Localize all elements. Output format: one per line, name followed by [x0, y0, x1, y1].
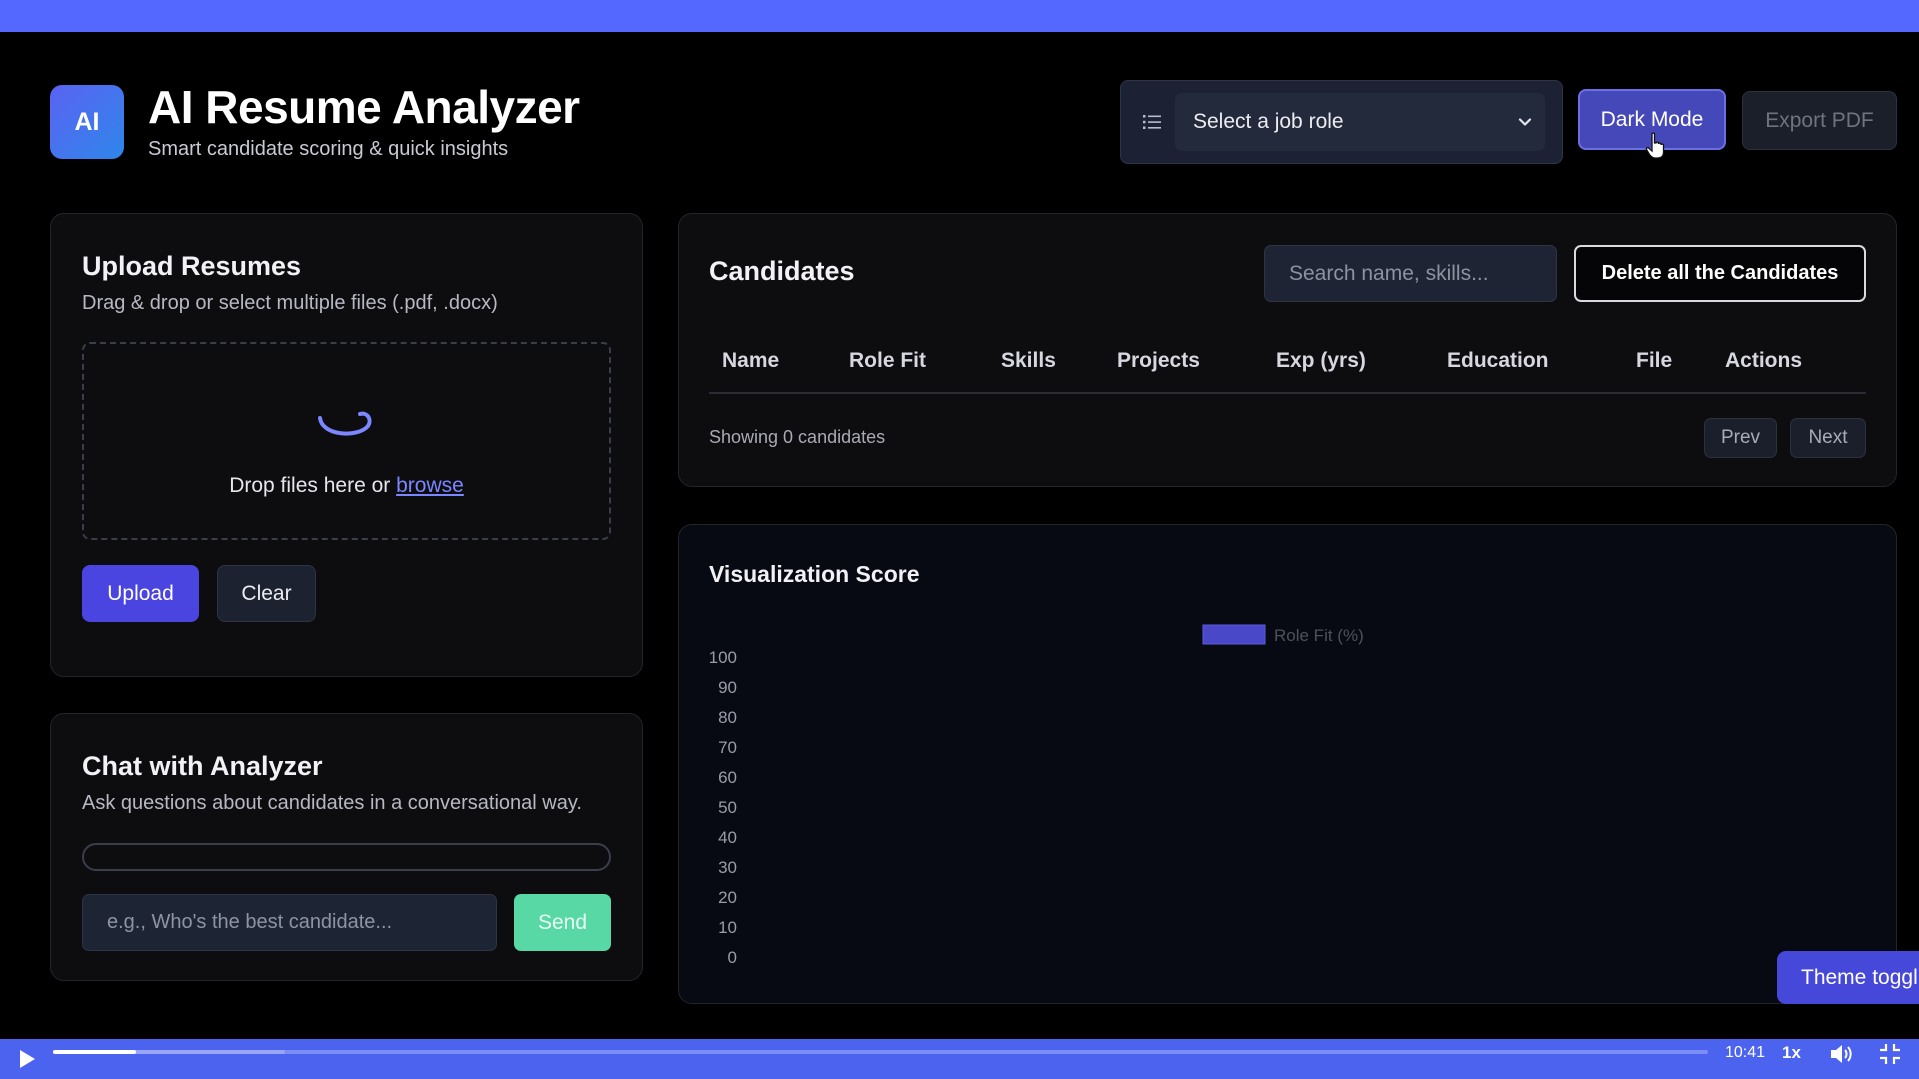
column-header-file[interactable]: File	[1636, 349, 1672, 373]
y-tick-label: 10	[718, 918, 737, 937]
hand-cursor-icon	[1645, 132, 1665, 159]
y-tick-label: 90	[718, 678, 737, 697]
clear-button[interactable]: Clear	[217, 565, 316, 622]
page-subtitle: Smart candidate scoring & quick insights	[148, 138, 509, 160]
top-accent-bar	[0, 0, 1919, 32]
legend-label: Role Fit (%)	[1274, 626, 1364, 645]
delete-all-candidates-button[interactable]: Delete all the Candidates	[1574, 245, 1866, 302]
chat-title: Chat with Analyzer	[82, 751, 323, 781]
upload-title: Upload Resumes	[82, 251, 302, 281]
table-header-divider	[709, 392, 1866, 394]
role-fit-chart: 0 10 20 30 40 50 60 70 80 90 100 Role Fit (%)	[709, 624, 1364, 967]
y-tick-label: 80	[718, 708, 737, 727]
playback-speed-button[interactable]: 1x	[1782, 1043, 1801, 1063]
upload-resumes-card: Upload Resumes Drag & drop or select mul…	[50, 213, 643, 677]
next-page-button[interactable]: Next	[1790, 418, 1866, 458]
loading-spinner-icon	[318, 411, 372, 436]
job-role-selected: Select a job role	[1193, 110, 1344, 133]
drop-instructions: Drop files here or browse	[84, 474, 609, 498]
job-role-select[interactable]: Select a job role	[1175, 93, 1545, 151]
exit-fullscreen-icon[interactable]	[1879, 1043, 1901, 1065]
prev-page-button[interactable]: Prev	[1704, 418, 1777, 458]
upload-button[interactable]: Upload	[82, 565, 199, 622]
export-pdf-button[interactable]: Export PDF	[1742, 91, 1897, 150]
chat-log	[82, 843, 611, 871]
legend-swatch[interactable]	[1202, 624, 1266, 645]
y-tick-label: 50	[718, 798, 737, 817]
candidates-card: Candidates Search name, skills... Delete…	[678, 213, 1897, 487]
visualization-card: Visualization Score 0 10 20 30 40 50 60 70 80 90 1…	[678, 524, 1897, 1004]
video-control-bar	[0, 1039, 1919, 1079]
y-tick-label: 60	[718, 768, 737, 787]
job-role-picker: Select a job role	[1120, 80, 1563, 164]
chat-description: Ask questions about candidates in a conv…	[82, 792, 582, 814]
page-title: AI Resume Analyzer	[148, 81, 580, 133]
candidates-title: Candidates	[709, 256, 855, 286]
theme-toggle-button[interactable]: Theme toggl	[1777, 951, 1919, 1004]
list-icon	[1143, 115, 1161, 129]
browse-link[interactable]: browse	[396, 474, 464, 497]
app-logo: AI	[50, 85, 124, 159]
file-drop-zone[interactable]: Drop files here or browse	[82, 342, 611, 540]
chevron-down-icon	[1518, 118, 1532, 126]
drop-text: Drop files here or	[229, 474, 397, 497]
y-tick-label: 100	[709, 648, 737, 667]
column-header-experience[interactable]: Exp (yrs)	[1276, 349, 1366, 373]
column-header-role-fit[interactable]: Role Fit	[849, 349, 926, 373]
video-time: 10:41	[1725, 1044, 1766, 1061]
send-button[interactable]: Send	[514, 894, 611, 951]
video-progress-bar[interactable]	[53, 1050, 1708, 1054]
y-tick-label: 20	[718, 888, 737, 907]
chat-card: Chat with Analyzer Ask questions about c…	[50, 713, 643, 981]
y-tick-label: 30	[718, 858, 737, 877]
column-header-projects[interactable]: Projects	[1117, 349, 1200, 373]
column-header-skills[interactable]: Skills	[1001, 349, 1056, 373]
upload-description: Drag & drop or select multiple files (.p…	[82, 292, 498, 314]
video-played	[53, 1050, 136, 1054]
column-header-actions[interactable]: Actions	[1725, 349, 1802, 373]
chat-input[interactable]: e.g., Who's the best candidate...	[82, 894, 497, 951]
candidate-search-input[interactable]: Search name, skills...	[1264, 245, 1557, 302]
volume-icon[interactable]	[1829, 1043, 1853, 1065]
column-header-education[interactable]: Education	[1447, 349, 1549, 373]
play-icon[interactable]	[17, 1049, 37, 1069]
y-tick-label: 0	[728, 948, 737, 967]
y-tick-label: 40	[718, 828, 737, 847]
y-tick-label: 70	[718, 738, 737, 757]
column-header-name[interactable]: Name	[722, 349, 779, 373]
logo-text: AI	[74, 107, 100, 136]
showing-count: Showing 0 candidates	[709, 427, 886, 447]
